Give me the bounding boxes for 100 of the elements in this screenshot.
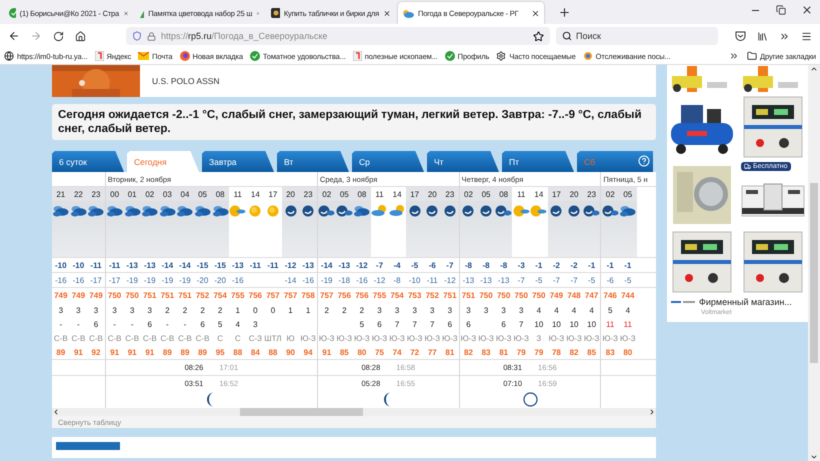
humidity-cell-text: 83	[604, 346, 616, 358]
gust-cell-text: -	[76, 318, 81, 330]
gust-cell-text: -	[130, 318, 134, 330]
day-tab[interactable]: Завтра	[202, 151, 274, 172]
sun-icon	[249, 205, 262, 217]
gear-icon	[496, 51, 506, 61]
gust-cell-text: -	[112, 318, 117, 330]
direction-cell-text: Ю-З	[406, 332, 424, 344]
wind-cell-text: 5	[606, 304, 614, 316]
new-moon-icon	[522, 392, 538, 407]
cloud-sun-icon	[402, 8, 414, 18]
gust-cell-text: 6	[92, 318, 100, 330]
humidity-cell-text: 95	[214, 346, 226, 358]
gust-cell-text: 5	[216, 318, 224, 330]
day-tab[interactable]: Чт	[427, 151, 499, 172]
pressure-cell-text: 752	[424, 290, 440, 302]
table-scrollbar[interactable]	[52, 408, 656, 416]
snow-cloud-icon	[176, 205, 194, 217]
humidity-cell-text: 91	[321, 346, 332, 358]
direction-cell-text: С-В	[52, 332, 69, 344]
hour-cell: 04	[176, 187, 194, 201]
temperature-cell-text: -13	[142, 260, 157, 272]
direction-cell-text: Ю-З	[601, 332, 619, 344]
temperature-cell-text: -8	[499, 260, 508, 272]
search-field[interactable]: Поиск	[556, 27, 718, 45]
hour-cell: 05	[477, 187, 495, 201]
hour-cell: 08	[353, 187, 371, 201]
pressure-cell-text: 756	[354, 290, 370, 302]
temperature-cell-text: -8	[481, 260, 491, 272]
gust-cell-text: 6	[199, 318, 206, 330]
parcel-icon	[582, 51, 593, 61]
scroll-left-icon[interactable]	[52, 408, 60, 416]
temperature-cell-text: -15	[196, 260, 210, 272]
humidity-cell-text: 89	[162, 346, 173, 358]
wind-cell-text: 3	[92, 304, 100, 316]
wind-cell-text: 4	[588, 304, 595, 316]
direction-cell-text: Ю-З	[582, 332, 600, 344]
gust-cell-text: 11	[622, 318, 633, 330]
moon-icon	[284, 205, 297, 217]
sun-icon	[266, 205, 279, 217]
direction-cell-text: С-В	[124, 332, 140, 344]
star-icon[interactable]	[533, 30, 544, 42]
snow-cloud-icon	[158, 205, 176, 217]
feels-like-cell-text: -11	[426, 274, 439, 286]
humidity-cell-text: 85	[338, 346, 350, 358]
humidity-cell-text: 89	[197, 346, 208, 358]
sun-cloud-icon	[530, 205, 548, 217]
pressure-cell-text: 749	[70, 290, 86, 302]
feels-like-cell-text: -16	[54, 274, 68, 286]
scroll-down-icon[interactable]	[810, 453, 818, 461]
temperature-cell-text: -5	[410, 260, 420, 272]
pressure-cell-text: 750	[478, 290, 494, 302]
feels-like-cell-text: -20	[196, 274, 210, 286]
wind-cell-text: 1	[304, 304, 312, 316]
temperature-cell-text: -2	[569, 260, 579, 272]
feels-like-cell-text: -16	[355, 274, 369, 286]
temperature-cell-text: -8	[464, 260, 474, 272]
direction-cell-text: Ю-З	[460, 332, 478, 344]
lock-icon	[147, 32, 156, 40]
ad-title[interactable]: Фирменный магазин...	[699, 297, 792, 307]
snow-cloud-icon	[87, 205, 104, 217]
sun-cloud-icon	[512, 205, 530, 217]
direction-cell-text: С-В	[159, 332, 176, 344]
feels-like-cell-text: -7	[552, 274, 561, 286]
direction-cell-text: Ю-З	[336, 332, 354, 344]
close-icon[interactable]	[531, 8, 540, 18]
pressure-cell-text: 750	[106, 290, 122, 302]
humidity-cell-text: 80	[356, 346, 368, 358]
feels-like-cell-text: -5	[623, 274, 632, 286]
day-tab[interactable]: Пт	[502, 151, 574, 172]
temperature-cell-text: -14	[160, 260, 174, 272]
hour-cell: 23	[299, 187, 317, 201]
hour-cell: 17	[406, 187, 424, 201]
folder-icon	[747, 51, 758, 61]
hour-cell: 21	[52, 187, 70, 201]
browser-icon	[180, 51, 190, 61]
temperature-cell-text: -14	[178, 260, 192, 272]
humidity-cell-text: 82	[463, 346, 474, 358]
wind-cell-text: 1	[287, 304, 294, 316]
scroll-up-icon[interactable]	[810, 65, 818, 73]
gust-cell-text: -	[58, 318, 64, 330]
moon-icon	[302, 205, 314, 217]
humidity-cell-text: 94	[302, 346, 314, 358]
feels-like-cell-text: -18	[338, 274, 352, 286]
humidity-cell-text: 81	[444, 346, 456, 358]
feels-like-cell-text: -17	[108, 274, 122, 286]
day-tab[interactable]: Ср	[352, 151, 424, 172]
direction-cell-text: Ю-З	[619, 332, 637, 344]
page-scrollbar[interactable]	[808, 65, 820, 461]
gust-cell-text: 10	[550, 318, 562, 330]
humidity-cell-text: 91	[144, 346, 156, 358]
day-tab[interactable]: 6 суток	[52, 151, 124, 172]
scroll-right-icon[interactable]	[648, 408, 656, 416]
temperature-cell-text: -1	[623, 260, 632, 272]
day-tab[interactable]: Вт	[277, 151, 349, 172]
close-icon[interactable]	[383, 8, 391, 18]
address-bar[interactable]: https://rp5.ru/Погода_в_Североуральске	[126, 27, 550, 45]
feels-like-cell-text: -10	[408, 274, 422, 286]
humidity-cell-text: 72	[409, 346, 420, 358]
help-icon[interactable]	[638, 155, 650, 167]
